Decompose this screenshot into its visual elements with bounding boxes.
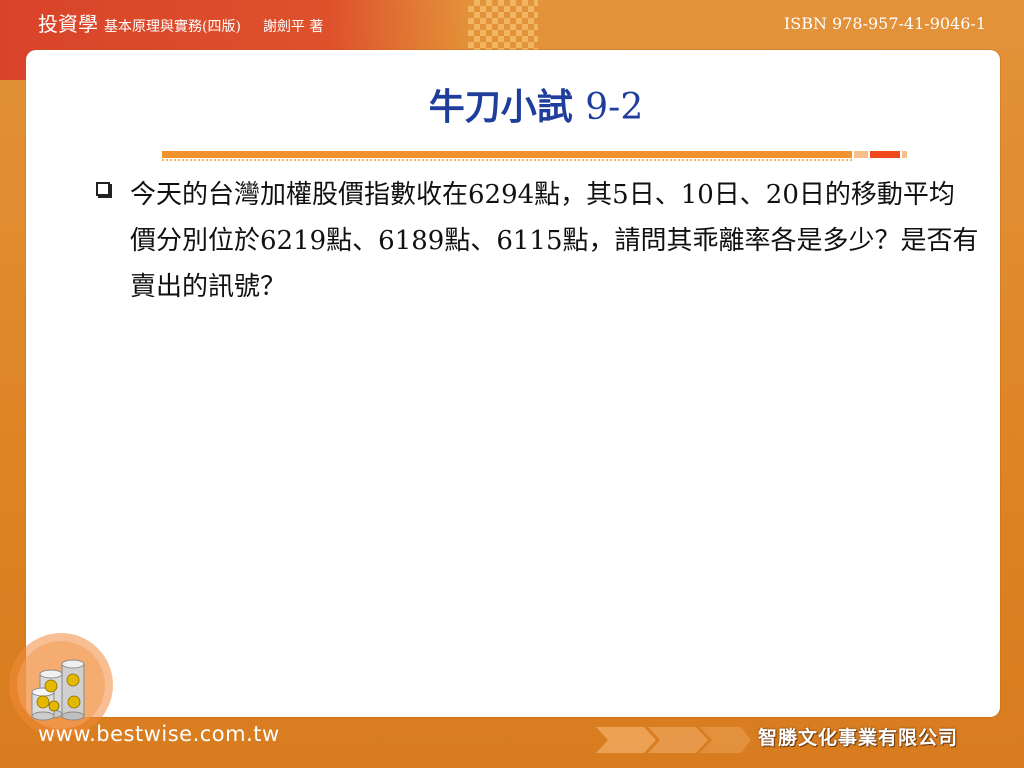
footer-arrows-decoration <box>596 727 751 753</box>
header-isbn: ISBN 978-957-41-9046-1 <box>783 14 986 33</box>
title-underline-block-light <box>854 151 868 158</box>
header-author: 謝劍平 著 <box>262 19 324 35</box>
header-brand: 投資學 <box>38 12 98 36</box>
header-book-info: 投資學 基本原理與實務(四版) 謝劍平 著 <box>38 8 323 37</box>
slide-title: 牛刀小試 9-2 <box>0 78 1024 130</box>
title-underline-block-end <box>902 151 907 158</box>
footer-website-url: www.bestwise.com.tw <box>38 722 280 746</box>
checkbox-bullet-icon <box>96 182 112 198</box>
bullet-text: 今天的台灣加權股價指數收在6294點，其5日、10日、20日的移動平均價分別位於… <box>130 180 979 302</box>
title-underline-block-red <box>870 151 900 158</box>
header-checker-pattern <box>468 0 538 50</box>
slide-title-number: 9-2 <box>585 87 644 128</box>
title-underline-dots <box>162 159 852 161</box>
title-underline <box>162 151 907 161</box>
slide-title-main: 牛刀小試 <box>428 86 573 128</box>
title-underline-bar <box>162 151 852 158</box>
footer-company-name: 智勝文化事業有限公司 <box>758 727 959 749</box>
header-subtitle: 基本原理與實務(四版) <box>104 19 241 35</box>
